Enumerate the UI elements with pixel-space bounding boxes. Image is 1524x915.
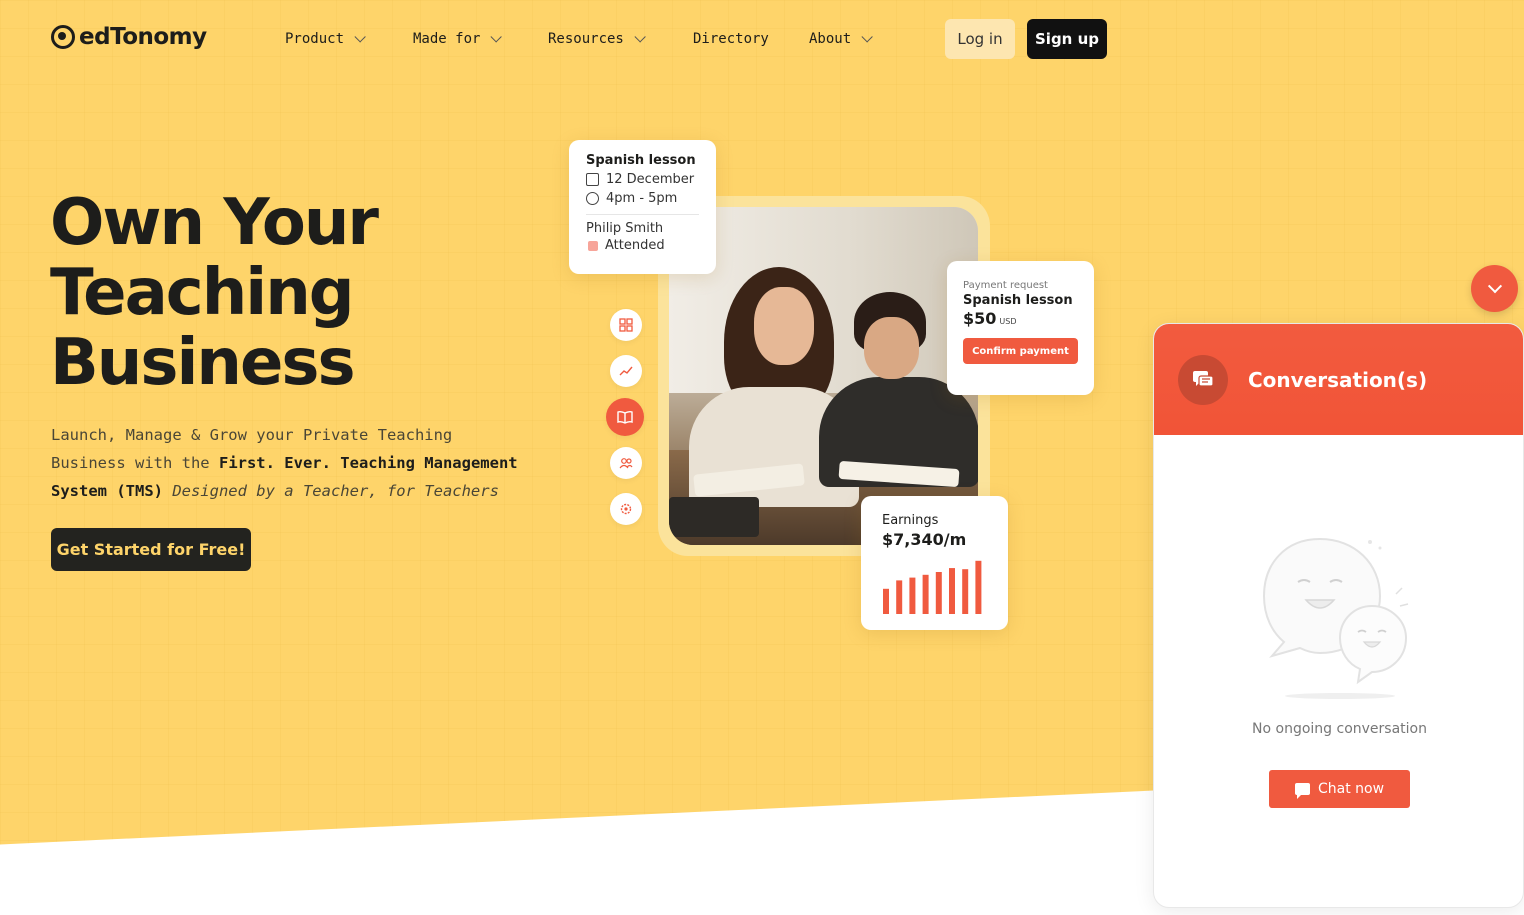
attendance-status: Attended (605, 238, 665, 253)
nav-item-made-for[interactable]: Made for (413, 28, 503, 50)
nav-label: Made for (413, 31, 481, 47)
brand-logo[interactable]: edTonomy (51, 24, 207, 50)
chat-header: Conversation(s) (1154, 324, 1523, 435)
nav-label: About (809, 31, 852, 47)
chat-title: Conversation(s) (1248, 367, 1428, 392)
nav-item-about[interactable]: About (809, 28, 873, 50)
lesson-date: 12 December (606, 172, 695, 187)
hero-headline: Own Your Teaching Business (50, 188, 470, 398)
clock-icon (586, 192, 599, 205)
earnings-bar (883, 588, 889, 614)
subtitle-italic: Designed by a Teacher, for Teachers (162, 482, 499, 500)
book-icon[interactable] (606, 398, 644, 436)
earnings-bar (949, 568, 955, 614)
payment-request-card: Payment request Spanish lesson $50 USD Co… (947, 261, 1094, 395)
lesson-card: Spanish lesson 12 December 4pm - 5pm Phi… (569, 140, 716, 274)
earnings-bar (922, 574, 929, 614)
earnings-bar (896, 580, 903, 614)
headline-line: Teaching (50, 256, 355, 330)
signup-button[interactable]: Sign up (1027, 19, 1107, 59)
nav-item-resources[interactable]: Resources (548, 28, 646, 50)
checkbox-icon (588, 240, 598, 251)
student-name: Philip Smith (586, 221, 664, 236)
chat-collapse-button[interactable] (1471, 265, 1518, 312)
payment-label: Payment request (963, 280, 1048, 291)
earnings-bar-chart (883, 560, 982, 614)
chat-now-label: Chat now (1317, 781, 1385, 797)
lesson-date-row: 12 December (586, 172, 699, 187)
earnings-card: Earnings $7,340/m (861, 496, 1008, 630)
divider (586, 214, 699, 215)
nav-label: Product (285, 31, 345, 47)
hero-subtitle: Launch, Manage & Grow your Private Teach… (51, 421, 531, 505)
headline-line: Own Your (50, 186, 379, 260)
nav-item-directory[interactable]: Directory (693, 28, 769, 50)
login-button[interactable]: Log in (945, 19, 1015, 59)
earnings-bar (935, 572, 942, 614)
earnings-bar (962, 569, 969, 614)
nav-label: Directory (693, 31, 769, 47)
earnings-bar (909, 577, 916, 614)
amount-value: $50 (963, 309, 997, 328)
earnings-amount: $7,340/m (882, 530, 967, 549)
earnings-label: Earnings (882, 513, 939, 528)
lesson-title: Spanish lesson (586, 153, 696, 168)
message-icon (1294, 783, 1310, 799)
calendar-icon (586, 173, 599, 186)
headline-line: Business (50, 326, 356, 400)
nav-label: Resources (548, 31, 624, 47)
lesson-time: 4pm - 5pm (606, 191, 678, 206)
empty-conversation-text: No ongoing conversation (1252, 721, 1427, 737)
trend-icon[interactable] (610, 355, 642, 387)
attendance-row: Attended (586, 238, 699, 253)
payment-amount: $50 USD (963, 309, 1078, 328)
brand-name: edTonomy (79, 24, 207, 50)
chat-now-button[interactable]: Chat now (1269, 770, 1410, 808)
currency: USD (999, 317, 1017, 326)
empty-conversation-icon (1262, 537, 1409, 699)
earnings-bar (975, 560, 982, 614)
get-started-button[interactable]: Get Started for Free! (51, 528, 251, 571)
lesson-time-row: 4pm - 5pm (586, 191, 699, 206)
logo-icon (51, 25, 75, 49)
chat-panel: Conversation(s) No ongoing conversation … (1153, 323, 1524, 908)
chat-icon (1178, 354, 1228, 405)
payment-title: Spanish lesson (963, 293, 1073, 308)
chevron-down-icon (1487, 278, 1502, 293)
users-icon[interactable] (610, 447, 642, 479)
nav-item-product[interactable]: Product (285, 28, 366, 50)
confirm-payment-button[interactable]: Confirm payment (963, 338, 1078, 364)
settings-icon[interactable] (610, 493, 642, 525)
grid-icon[interactable] (610, 309, 642, 341)
